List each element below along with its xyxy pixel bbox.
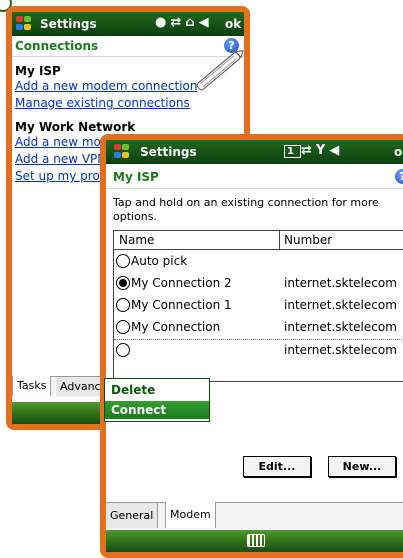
list-item[interactable]: My Connection 2 internet.sktelecom — [114, 273, 403, 293]
back-header-title: Connections — [15, 39, 99, 53]
radio-button[interactable] — [116, 298, 130, 312]
menu-item-connect[interactable]: Connect — [105, 401, 209, 419]
sync-icon[interactable]: ⇄ — [170, 15, 185, 30]
front-soft-key-bar — [106, 530, 403, 552]
volume-icon[interactable]: ◀ — [329, 143, 343, 158]
front-header-title: My ISP — [113, 170, 159, 184]
tab-modem[interactable]: Modem — [165, 502, 216, 528]
front-tab-bar: General Modem — [106, 502, 403, 529]
back-ok-button[interactable]: ok — [225, 17, 241, 31]
radio-button[interactable] — [116, 343, 130, 357]
row-number: internet.sktelecom — [284, 343, 397, 357]
front-title-text: Settings — [140, 145, 197, 159]
back-tray-icons: ●⇄⌂◀ — [155, 15, 213, 30]
status-dot-icon: ● — [155, 15, 171, 30]
list-item[interactable]: internet.sktelecom — [114, 339, 403, 360]
list-item[interactable]: My Connection internet.sktelecom — [114, 317, 403, 337]
sync-icon[interactable]: ⇄ — [301, 143, 316, 158]
front-header: My ISP ? — [106, 164, 403, 189]
radio-button[interactable] — [116, 254, 130, 268]
antenna-icon[interactable]: Y — [316, 143, 329, 158]
new-button[interactable]: New... — [328, 456, 396, 477]
row-name: My Connection — [131, 320, 221, 334]
column-name[interactable]: Name — [114, 231, 280, 250]
stylus-icon — [196, 50, 244, 91]
list-item[interactable]: My Connection 1 internet.sktelecom — [114, 295, 403, 315]
front-window-frame: Settings 1⇄Y◀ ok My ISP ? Tap and hold o… — [100, 134, 403, 558]
front-window-screen: Settings 1⇄Y◀ ok My ISP ? Tap and hold o… — [106, 140, 403, 552]
edit-button[interactable]: Edit... — [243, 456, 311, 477]
radio-button-selected[interactable] — [116, 276, 130, 290]
list-item[interactable]: Auto pick — [114, 251, 403, 271]
row-name: Auto pick — [131, 254, 188, 268]
front-help-icon[interactable]: ? — [395, 169, 403, 184]
front-title-bar: Settings 1⇄Y◀ ok — [106, 140, 403, 164]
back-tab-tasks[interactable]: Tasks — [12, 376, 52, 396]
context-menu: Delete Connect — [104, 378, 210, 422]
keyboard-icon[interactable] — [247, 534, 265, 547]
front-tray-icons: 1 ⇄Y◀ — [284, 143, 343, 158]
back-link-manage-existing[interactable]: Manage existing connections — [15, 96, 190, 110]
sim-icon[interactable]: 1 — [284, 145, 301, 158]
menu-item-delete[interactable]: Delete — [105, 381, 209, 399]
back-title-text: Settings — [40, 17, 97, 31]
radio-button[interactable] — [116, 320, 130, 334]
signal-icon[interactable]: ⌂ — [185, 15, 198, 30]
row-number: internet.sktelecom — [284, 320, 397, 334]
row-name: My Connection 2 — [131, 276, 232, 290]
volume-icon[interactable]: ◀ — [199, 15, 213, 30]
row-number: internet.sktelecom — [284, 298, 397, 312]
tab-general[interactable]: General — [106, 503, 159, 528]
back-section-my-isp: My ISP — [15, 64, 61, 78]
row-number: internet.sktelecom — [284, 276, 397, 290]
back-title-bar: Settings ●⇄⌂◀ ok — [12, 12, 244, 36]
front-instruction: Tap and hold on an existing connection f… — [113, 196, 379, 223]
column-number[interactable]: Number — [280, 231, 403, 250]
back-section-work: My Work Network — [15, 120, 136, 134]
front-ok-button[interactable]: ok — [394, 145, 403, 159]
windows-logo-icon[interactable] — [114, 144, 132, 160]
windows-logo-icon[interactable] — [16, 16, 34, 32]
row-name: My Connection 1 — [131, 298, 232, 312]
connection-list[interactable]: Name Number Auto pick My Connection 2 in… — [113, 230, 403, 382]
back-link-add-modem[interactable]: Add a new modem connection — [15, 79, 197, 93]
